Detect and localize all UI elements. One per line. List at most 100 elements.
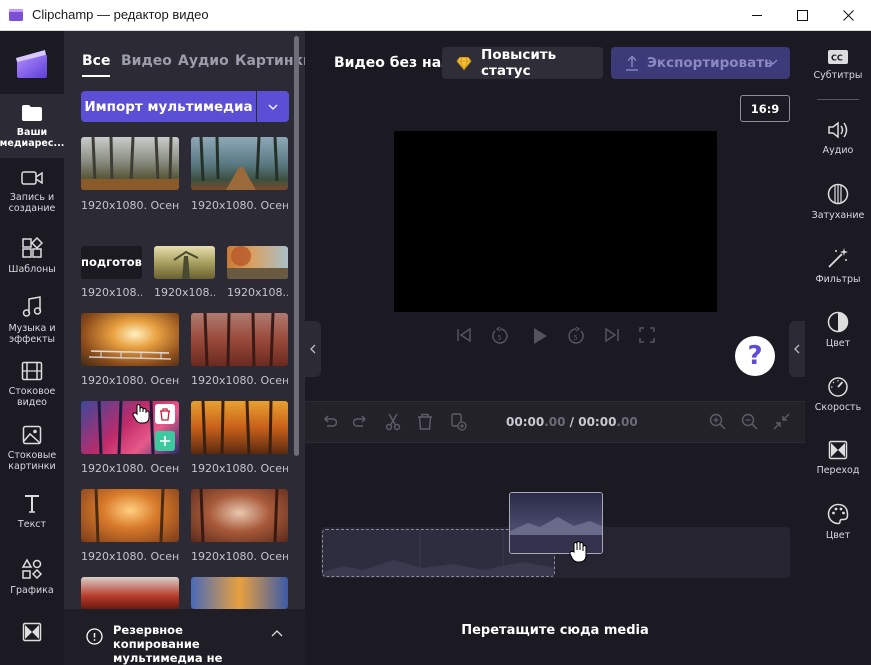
media-thumbnail[interactable]: [191, 313, 288, 366]
export-label: Экспортировать: [647, 55, 773, 71]
media-thumbnail[interactable]: [81, 577, 179, 609]
grab-cursor-icon: [569, 540, 587, 563]
media-thumbnail-hovered[interactable]: [81, 401, 179, 454]
media-caption: 1920x1080. Осен...: [81, 199, 179, 212]
panel-fade[interactable]: Затухание: [805, 183, 871, 221]
media-caption: 1920x1080. Осен...: [191, 199, 288, 212]
autumn-forest-image: [94, 489, 165, 542]
maximize-button[interactable]: [779, 0, 825, 31]
plus-icon: [160, 436, 170, 446]
skip-end-icon[interactable]: [604, 327, 620, 343]
forward-5-icon[interactable]: 5: [567, 327, 585, 345]
nav-stock-images[interactable]: Стоковые картинки: [0, 425, 64, 472]
panel-color-palette[interactable]: Цвет: [805, 503, 871, 541]
delete-media-button[interactable]: [155, 404, 175, 424]
media-caption: 1920x1080. Осен...: [81, 462, 179, 475]
media-thumbnail[interactable]: [81, 137, 179, 190]
nav-templates[interactable]: Шаблоны: [0, 237, 64, 275]
zoom-out-icon[interactable]: [741, 413, 758, 430]
maximize-icon: [796, 10, 808, 21]
scissors-icon[interactable]: [385, 413, 401, 431]
info-icon: [86, 628, 103, 645]
trash-icon[interactable]: [417, 413, 433, 431]
panel-audio[interactable]: Аудио: [805, 120, 871, 156]
close-icon: [842, 10, 854, 21]
upgrade-label: Повысить статус: [481, 47, 557, 79]
nav-graphics[interactable]: Графика: [0, 558, 64, 596]
fullscreen-icon[interactable]: [639, 327, 655, 343]
duplicate-icon[interactable]: [449, 413, 467, 431]
chevron-up-icon[interactable]: [271, 629, 283, 637]
transition-icon: [22, 622, 42, 642]
rewind-5-icon[interactable]: 5: [491, 327, 509, 345]
nav-your-media[interactable]: Ваши медиарес...: [0, 94, 64, 158]
media-thumbnail[interactable]: [227, 246, 288, 279]
panel-captions[interactable]: CC Субтитры: [805, 49, 871, 81]
media-thumbnail[interactable]: [81, 313, 179, 366]
nav-record-create[interactable]: Запись и создание: [0, 169, 64, 214]
timecode-current: 00:00: [506, 415, 545, 429]
media-caption: 1920x1080. Осен...: [191, 374, 288, 387]
media-thumbnail[interactable]: [154, 246, 215, 279]
media-caption: 1920x108...: [154, 286, 215, 299]
tab-all[interactable]: Все: [82, 53, 111, 77]
export-button[interactable]: Экспортировать: [611, 47, 790, 79]
play-icon[interactable]: [531, 327, 549, 345]
properties-panel: CC Субтитры Аудио Затухание Фильтры Цвет…: [805, 31, 871, 665]
timecode-separator: /: [565, 415, 579, 429]
chevron-down-icon: [268, 104, 278, 110]
media-thumbnail[interactable]: [191, 577, 288, 609]
chevron-left-icon: [310, 344, 316, 354]
media-thumbnail[interactable]: подготовка: [81, 246, 142, 279]
aspect-ratio-button[interactable]: 16:9: [740, 95, 790, 122]
music-icon: [22, 296, 42, 317]
panel-color-adjust[interactable]: Цвет: [805, 311, 871, 349]
camera-icon: [21, 171, 43, 185]
nav-transitions[interactable]: [0, 622, 64, 642]
tab-audio[interactable]: Аудио: [178, 53, 229, 69]
svg-text:5: 5: [573, 334, 577, 342]
close-button[interactable]: [825, 0, 871, 31]
window-title: Clipchamp — редактор видео: [32, 7, 209, 22]
add-to-timeline-button[interactable]: [155, 431, 175, 451]
skip-start-icon[interactable]: [456, 327, 472, 343]
panel-transition[interactable]: Переход: [805, 440, 871, 476]
media-thumbnail[interactable]: [191, 489, 288, 542]
collapse-right-panel-button[interactable]: [789, 321, 805, 377]
redo-icon[interactable]: [353, 413, 369, 429]
tab-video[interactable]: Видео: [121, 53, 172, 69]
zoom-in-icon[interactable]: [709, 413, 726, 430]
panel-filters[interactable]: Фильтры: [805, 247, 871, 285]
media-tabs: Все Видео Аудио Картинки: [82, 53, 305, 77]
media-caption: 1920x1080. Осен...: [191, 462, 288, 475]
forest-image: [201, 401, 273, 454]
minimize-button[interactable]: [734, 0, 780, 31]
nav-text[interactable]: Текст: [0, 494, 64, 530]
color-adjust-icon: [827, 311, 849, 333]
media-thumbnail[interactable]: [191, 137, 288, 190]
media-thumbnail[interactable]: [81, 489, 179, 542]
media-scrollbar[interactable]: [294, 36, 299, 456]
processing-label: подготовка: [81, 255, 142, 269]
fit-timeline-icon[interactable]: [773, 413, 790, 430]
nav-music-effects[interactable]: Музыка и эффекты: [0, 296, 64, 345]
upgrade-button[interactable]: Повысить статус: [442, 47, 603, 79]
left-navigation: Ваши медиарес... Запись и создание Шабло…: [0, 31, 64, 665]
import-options-button[interactable]: [257, 91, 289, 122]
collapse-left-panel-button[interactable]: [305, 321, 321, 377]
folder-icon: [22, 105, 42, 121]
misty-forest-image: [199, 489, 279, 542]
backup-status-bar[interactable]: Резервное копирование мультимедиа не вып…: [64, 609, 305, 665]
svg-text:5: 5: [497, 334, 501, 342]
panel-speed[interactable]: Скорость: [805, 375, 871, 413]
import-media-button[interactable]: Импорт мультимедиа: [81, 91, 256, 122]
media-panel: Все Видео Аудио Картинки Импорт мультиме…: [64, 31, 305, 665]
timeline-toolbar: 00:00.00 / 00:00.00: [305, 401, 805, 443]
shapes-icon: [21, 558, 43, 580]
help-button[interactable]: ?: [735, 336, 775, 376]
undo-icon[interactable]: [321, 413, 337, 429]
text-icon: [25, 495, 39, 513]
media-thumbnail[interactable]: [191, 401, 288, 454]
nav-stock-video[interactable]: Стоковое видео: [0, 361, 64, 408]
project-title[interactable]: Видео без назв: [334, 55, 458, 71]
